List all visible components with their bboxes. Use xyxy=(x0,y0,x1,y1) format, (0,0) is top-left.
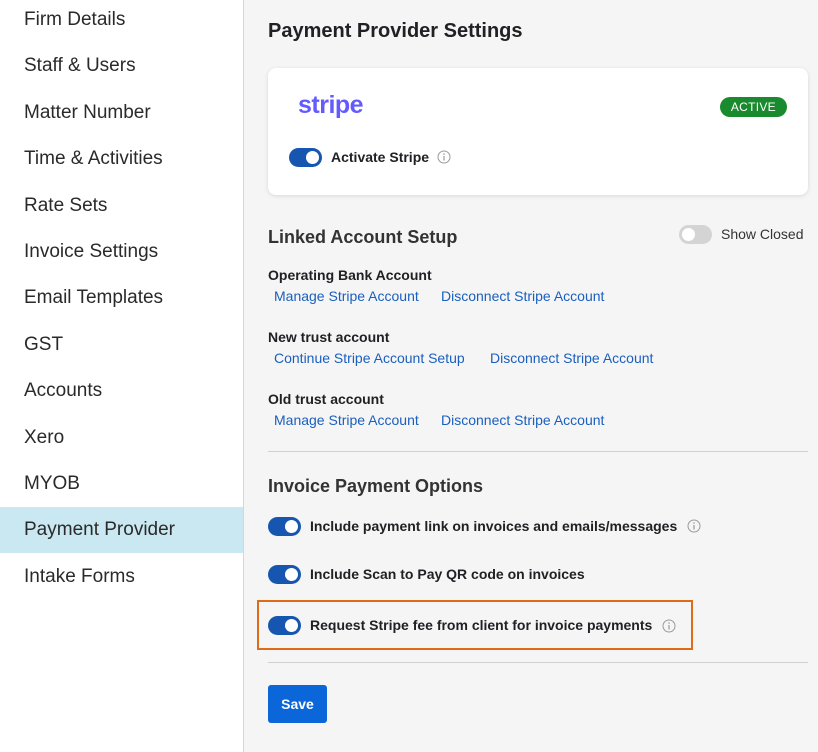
manage-stripe-account-link[interactable]: Manage Stripe Account xyxy=(274,288,419,304)
sidebar-item-payment-provider[interactable]: Payment Provider xyxy=(0,507,243,553)
include-qr-code-toggle[interactable] xyxy=(268,565,301,584)
sidebar-item-accounts[interactable]: Accounts xyxy=(0,368,243,414)
sidebar-item-rate-sets[interactable]: Rate Sets xyxy=(0,183,243,229)
account-name-old-trust: Old trust account xyxy=(268,391,384,407)
stripe-logo: stripe xyxy=(298,91,364,119)
activate-stripe-toggle[interactable] xyxy=(289,148,322,167)
stripe-provider-card: stripe ACTIVE Activate Stripe xyxy=(268,68,808,195)
section-divider xyxy=(268,662,808,663)
sidebar-item-firm-details[interactable]: Firm Details xyxy=(0,0,243,43)
toggle-knob xyxy=(306,151,319,164)
account-name-new-trust: New trust account xyxy=(268,329,390,345)
toggle-knob xyxy=(682,228,695,241)
save-button[interactable]: Save xyxy=(268,685,327,723)
sidebar-item-xero[interactable]: Xero xyxy=(0,415,243,461)
request-stripe-fee-toggle[interactable] xyxy=(268,616,301,635)
include-payment-link-toggle[interactable] xyxy=(268,517,301,536)
sidebar-item-gst[interactable]: GST xyxy=(0,322,243,368)
disconnect-stripe-account-link[interactable]: Disconnect Stripe Account xyxy=(441,288,604,304)
sidebar-item-matter-number[interactable]: Matter Number xyxy=(0,90,243,136)
disconnect-stripe-account-link[interactable]: Disconnect Stripe Account xyxy=(490,350,653,366)
section-divider xyxy=(268,451,808,452)
manage-stripe-account-link[interactable]: Manage Stripe Account xyxy=(274,412,419,428)
show-closed-toggle[interactable] xyxy=(679,225,712,244)
show-closed-label: Show Closed xyxy=(721,226,804,242)
main-content: Payment Provider Settings stripe ACTIVE … xyxy=(244,0,818,752)
continue-stripe-account-setup-link[interactable]: Continue Stripe Account Setup xyxy=(274,350,465,366)
stripe-logo-text: stripe xyxy=(298,91,364,119)
status-badge: ACTIVE xyxy=(719,97,787,117)
sidebar-item-time-activities[interactable]: Time & Activities xyxy=(0,136,243,182)
info-icon[interactable] xyxy=(662,619,676,633)
info-icon[interactable] xyxy=(437,150,451,164)
include-payment-link-label: Include payment link on invoices and ema… xyxy=(310,518,678,534)
linked-account-setup-title: Linked Account Setup xyxy=(268,227,458,247)
sidebar-item-email-templates[interactable]: Email Templates xyxy=(0,275,243,321)
toggle-knob xyxy=(285,520,298,533)
toggle-knob xyxy=(285,568,298,581)
sidebar-item-myob[interactable]: MYOB xyxy=(0,461,243,507)
invoice-payment-options-title: Invoice Payment Options xyxy=(268,476,484,496)
page-title: Payment Provider Settings xyxy=(268,20,523,42)
toggle-knob xyxy=(285,619,298,632)
sidebar-item-staff-users[interactable]: Staff & Users xyxy=(0,43,243,89)
info-icon[interactable] xyxy=(687,519,701,533)
sidebar-item-invoice-settings[interactable]: Invoice Settings xyxy=(0,229,243,275)
sidebar-item-intake-forms[interactable]: Intake Forms xyxy=(0,554,243,600)
settings-sidebar: Firm Details Staff & Users Matter Number… xyxy=(0,0,244,752)
request-stripe-fee-label: Request Stripe fee from client for invoi… xyxy=(310,617,653,633)
disconnect-stripe-account-link[interactable]: Disconnect Stripe Account xyxy=(441,412,604,428)
account-name-operating: Operating Bank Account xyxy=(268,267,432,283)
include-qr-code-label: Include Scan to Pay QR code on invoices xyxy=(310,566,585,582)
activate-stripe-label: Activate Stripe xyxy=(331,149,430,165)
